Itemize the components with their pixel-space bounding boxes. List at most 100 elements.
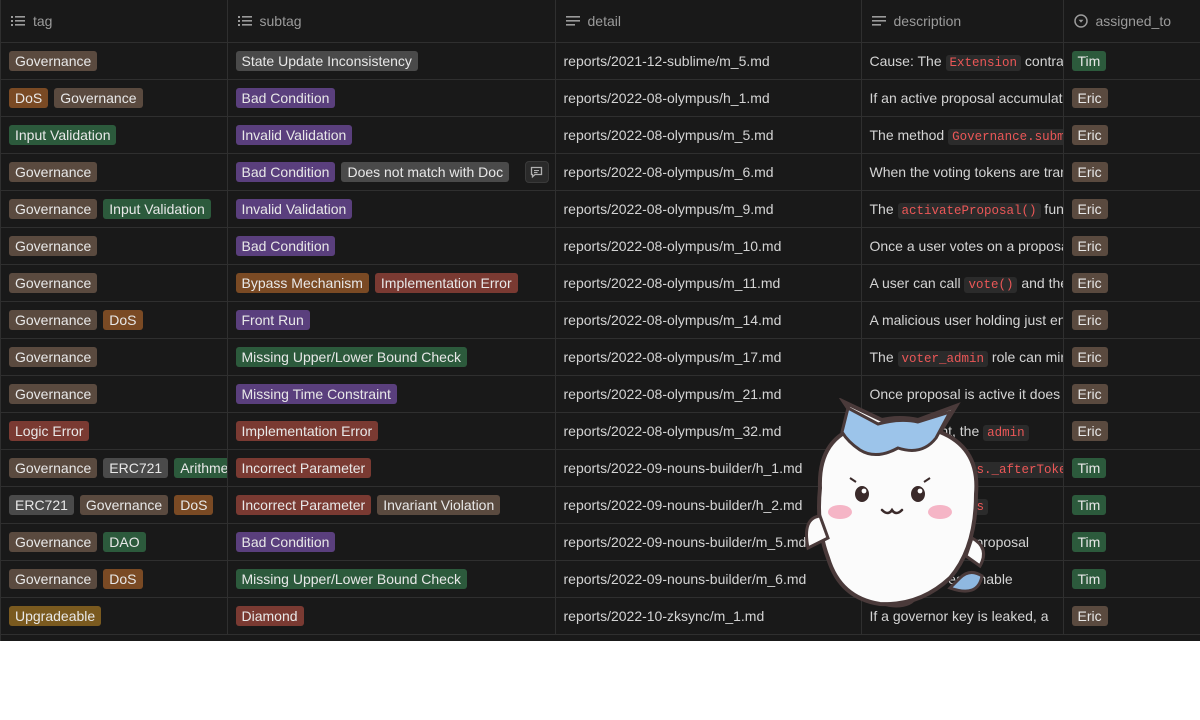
assigned-to-cell[interactable]: Eric: [1063, 597, 1200, 635]
assigned-to-cell[interactable]: Eric: [1063, 190, 1200, 228]
description-cell[interactable]: When the voting tokens are transferred: [861, 153, 1064, 191]
subtag-cell[interactable]: Incorrect Parameter: [227, 449, 556, 487]
table-row[interactable]: Logic Error Implementation Error reports/2…: [1, 412, 1200, 450]
detail-cell[interactable]: reports/2022-08-olympus/m_9.md: [555, 190, 862, 228]
subtag-cell[interactable]: Bad Condition: [227, 227, 556, 265]
description-text: role can mint: [991, 348, 1062, 365]
comment-button[interactable]: [524, 161, 549, 183]
detail-cell[interactable]: reports/2022-08-olympus/m_10.md: [555, 227, 862, 265]
description-cell[interactable]: The voter_admin role can mint: [861, 338, 1064, 376]
subtag-cell[interactable]: Bypass Mechanism Implementation Error: [227, 264, 556, 302]
table-row[interactable]: Governance DAO Bad Condition reports/2022-0…: [1, 523, 1200, 561]
subtag-cell[interactable]: Incorrect Parameter Invariant Violation: [227, 486, 556, 524]
subtag-chip-invalid-validation: Invalid Validation: [235, 199, 353, 219]
detail-cell[interactable]: reports/2021-12-sublime/m_5.md: [555, 42, 862, 80]
tag-cell[interactable]: Governance DAO: [1, 523, 228, 561]
tag-cell[interactable]: DoS Governance: [1, 79, 228, 117]
tag-cell[interactable]: Governance: [1, 227, 228, 265]
description-cell[interactable]: A user can call vote() and then: [861, 264, 1064, 302]
subtag-cell[interactable]: Missing Upper/Lower Bound Check: [227, 338, 556, 376]
detail-cell[interactable]: reports/2022-08-olympus/m_11.md: [555, 264, 862, 302]
tag-cell[interactable]: Governance: [1, 264, 228, 302]
tag-cell[interactable]: Governance: [1, 375, 228, 413]
table-row[interactable]: Governance Missing Time Constraint reports…: [1, 375, 1200, 413]
column-header-tag[interactable]: tag: [1, 0, 228, 43]
description-text: The method: [869, 126, 949, 143]
assignee-chip-eric: Eric: [1071, 199, 1108, 219]
comment-icon: [530, 166, 543, 178]
assigned-to-cell[interactable]: Tim: [1063, 523, 1200, 561]
detail-cell[interactable]: reports/2022-08-olympus/m_5.md: [555, 116, 862, 154]
table-row[interactable]: Governance Input Validation Invalid Valida…: [1, 190, 1200, 228]
tag-cell[interactable]: Governance: [1, 338, 228, 376]
assigned-to-cell[interactable]: Tim: [1063, 42, 1200, 80]
table-row[interactable]: Governance Bad Condition Does not match wi…: [1, 153, 1200, 191]
table-row[interactable]: Governance Bad Condition reports/2022-08-o…: [1, 227, 1200, 265]
assigned-to-cell[interactable]: Tim: [1063, 560, 1200, 598]
column-header-detail[interactable]: detail: [555, 0, 862, 43]
subtag-cell[interactable]: Bad Condition: [227, 79, 556, 117]
table-row[interactable]: GovernanceERC721Arithmetic Incorrect Para…: [1, 449, 1200, 487]
subtag-cell[interactable]: Missing Time Constraint: [227, 375, 556, 413]
table-row[interactable]: Governance Missing Upper/Lower Bound Chec…: [1, 338, 1200, 376]
assigned-to-cell[interactable]: Eric: [1063, 412, 1200, 450]
subtag-cell[interactable]: Implementation Error: [227, 412, 556, 450]
assigned-to-cell[interactable]: Eric: [1063, 153, 1200, 191]
tag-cell[interactable]: Logic Error: [1, 412, 228, 450]
subtag-cell[interactable]: Front Run: [227, 301, 556, 339]
detail-cell[interactable]: reports/2022-08-olympus/m_17.md: [555, 338, 862, 376]
description-cell[interactable]: Cause: The Extension contract: [861, 42, 1064, 80]
tag-cell[interactable]: Input Validation: [1, 116, 228, 154]
description-cell[interactable]: A malicious user holding just enough: [861, 301, 1064, 339]
detail-text: reports/2022-08-olympus/m_14.md: [563, 312, 782, 328]
column-header-description[interactable]: description: [861, 0, 1064, 43]
column-header-subtag[interactable]: subtag: [227, 0, 556, 43]
table-row[interactable]: Governance DoS Missing Upper/Lower Bound C…: [1, 560, 1200, 598]
column-header-assigned-to[interactable]: assigned_to: [1063, 0, 1200, 43]
description-cell[interactable]: Once a user votes on a proposal: [861, 227, 1064, 265]
tag-cell[interactable]: Governance DoS: [1, 301, 228, 339]
subtag-cell[interactable]: Bad Condition: [227, 523, 556, 561]
assigned-to-cell[interactable]: Eric: [1063, 227, 1200, 265]
subtag-cell[interactable]: Missing Upper/Lower Bound Check: [227, 560, 556, 598]
tag-cell[interactable]: ERC721 Governance DoS: [1, 486, 228, 524]
description-text: If an active proposal accumulates: [869, 90, 1063, 106]
subtag-cell[interactable]: Diamond: [227, 597, 556, 635]
assigned-to-cell[interactable]: Eric: [1063, 338, 1200, 376]
tag-cell[interactable]: GovernanceERC721Arithmetic: [1, 449, 228, 487]
tag-chip-governance: Governance: [9, 162, 98, 182]
table-row[interactable]: Governance Bypass Mechanism Implementation…: [1, 264, 1200, 302]
subtag-cell[interactable]: Invalid Validation: [227, 190, 556, 228]
tag-cell[interactable]: Governance Input Validation: [1, 190, 228, 228]
detail-text: reports/2022-09-nouns-builder/m_5.md: [563, 534, 807, 550]
table-row[interactable]: ERC721 Governance DoS Incorrect Parameter In…: [1, 486, 1200, 524]
assigned-to-cell[interactable]: Tim: [1063, 486, 1200, 524]
detail-cell[interactable]: reports/2022-08-olympus/m_6.md: [555, 153, 862, 191]
tag-cell[interactable]: Governance: [1, 42, 228, 80]
assigned-to-cell[interactable]: Eric: [1063, 79, 1200, 117]
assigned-to-cell[interactable]: Eric: [1063, 116, 1200, 154]
assigned-to-cell[interactable]: Eric: [1063, 301, 1200, 339]
assignee-chip-tim: Tim: [1071, 51, 1107, 71]
detail-cell[interactable]: reports/2022-08-olympus/h_1.md: [555, 79, 862, 117]
tag-cell[interactable]: Governance DoS: [1, 560, 228, 598]
tag-cell[interactable]: Upgradeable: [1, 597, 228, 635]
table-row[interactable]: Governance State Update Inconsistency repo…: [1, 42, 1200, 80]
tag-cell[interactable]: Governance: [1, 153, 228, 191]
description-cell[interactable]: If an active proposal accumulates: [861, 79, 1064, 117]
table-row[interactable]: Governance DoS Front Run reports/2022-08-ol…: [1, 301, 1200, 339]
tag-chip-dos: DoS: [174, 495, 214, 515]
assigned-to-cell[interactable]: Eric: [1063, 375, 1200, 413]
detail-cell[interactable]: reports/2022-08-olympus/m_14.md: [555, 301, 862, 339]
table-row[interactable]: DoS Governance Bad Condition reports/2022-0…: [1, 79, 1200, 117]
table-row[interactable]: Input Validation Invalid Validation report…: [1, 116, 1200, 154]
assigned-to-cell[interactable]: Eric: [1063, 264, 1200, 302]
description-cell[interactable]: The method Governance.submitProposal: [861, 116, 1064, 154]
description-cell[interactable]: The activateProposal() function: [861, 190, 1064, 228]
subtag-chip-invariant-violation: Invariant Violation: [377, 495, 501, 515]
subtag-cell[interactable]: State Update Inconsistency: [227, 42, 556, 80]
table-row[interactable]: Upgradeable Diamond reports/2022-10-zksync…: [1, 597, 1200, 635]
subtag-cell[interactable]: Bad Condition Does not match with Doc: [227, 153, 556, 191]
assigned-to-cell[interactable]: Tim: [1063, 449, 1200, 487]
subtag-cell[interactable]: Invalid Validation: [227, 116, 556, 154]
